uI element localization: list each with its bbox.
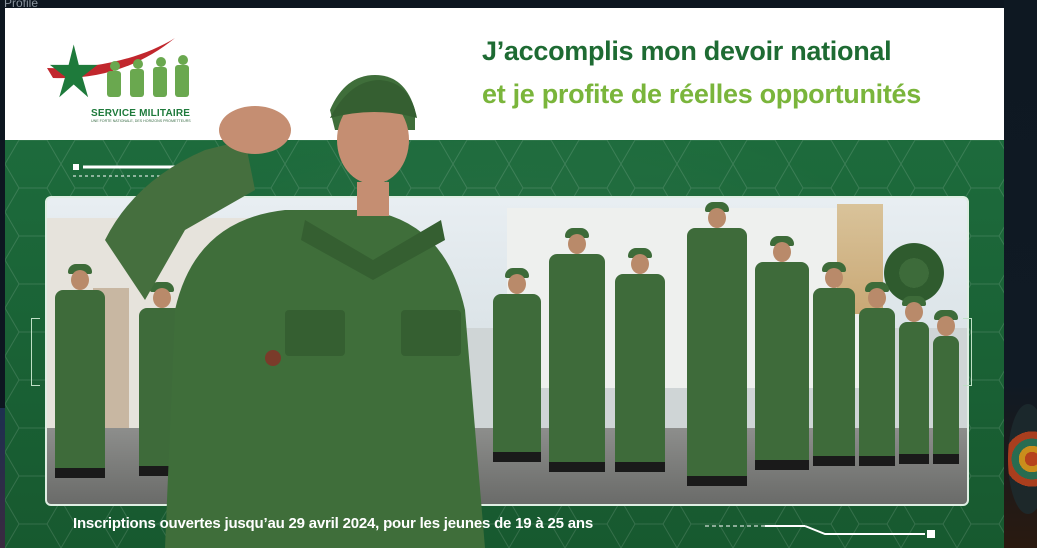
headline-line-2: et je profite de réelles opportunités (482, 79, 921, 109)
saluting-soldier (105, 75, 485, 548)
soldier (55, 264, 105, 478)
soldier (615, 248, 665, 472)
soldier (933, 310, 959, 464)
background-swirl-art (1008, 404, 1037, 514)
headline-line-1: J’accomplis mon devoir national (482, 36, 892, 66)
soldier (859, 282, 895, 466)
soldier (899, 296, 929, 464)
soldier (549, 228, 605, 472)
decorative-lines-bottom (705, 525, 935, 538)
decorative-bracket-left (31, 318, 40, 386)
background-right-edge (1004, 0, 1037, 548)
soldier (813, 262, 855, 466)
decorative-bracket-right (963, 318, 972, 386)
soldier (687, 202, 747, 486)
registration-notice: Inscriptions ouvertes jusqu’au 29 avril … (73, 515, 594, 532)
service-militaire-banner[interactable]: SERVICE MILITAIRE UNE FORTE NATIONALE, D… (5, 8, 1004, 548)
soldier (755, 236, 809, 470)
